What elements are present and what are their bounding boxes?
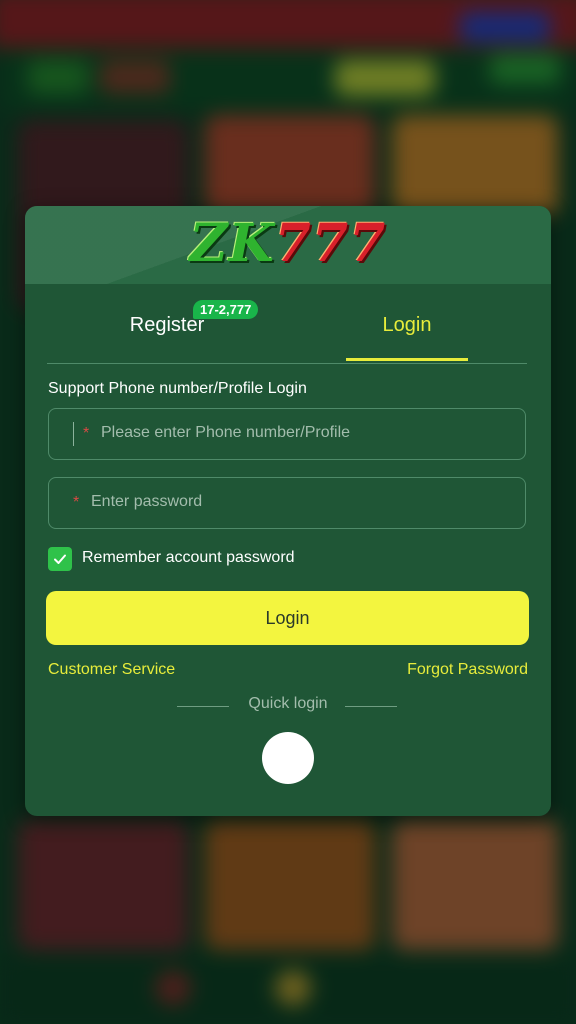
divider-line [345, 706, 397, 707]
login-modal: ZK777 Register 17-2,777 Login Support Ph… [25, 206, 551, 816]
quick-login-button[interactable] [262, 732, 314, 784]
tabs-divider [47, 363, 527, 364]
text-cursor [73, 422, 74, 446]
tab-login[interactable]: Login [287, 314, 527, 337]
login-method-label: Support Phone number/Profile Login [48, 380, 307, 397]
modal-header: ZK777 [25, 206, 551, 284]
brand-logo: ZK777 [189, 213, 387, 274]
phone-placeholder: Please enter Phone number/Profile [101, 424, 351, 441]
remember-label[interactable]: Remember account password [82, 549, 295, 567]
required-mark: * [73, 494, 80, 511]
password-placeholder: Enter password [91, 493, 203, 510]
remember-checkbox[interactable] [48, 547, 72, 571]
checkmark-icon [54, 554, 66, 564]
quick-login-label: Quick login [248, 695, 328, 712]
register-bonus-badge: 17-2,777 [193, 300, 259, 319]
password-field[interactable]: * Enter password [48, 477, 526, 529]
forgot-password-link[interactable]: Forgot Password [407, 661, 528, 679]
customer-service-link[interactable]: Customer Service [48, 661, 175, 679]
phone-field[interactable]: * Please enter Phone number/Profile [48, 408, 526, 460]
required-mark: * [83, 425, 90, 442]
login-button[interactable]: Login [46, 591, 529, 645]
auth-tabs: Register 17-2,777 Login [47, 284, 527, 364]
active-tab-indicator [346, 358, 468, 361]
